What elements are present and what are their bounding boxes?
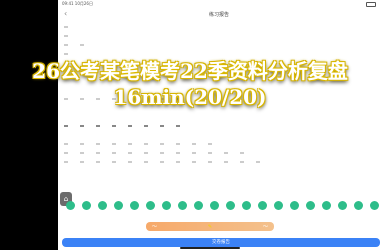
title-line-1: 26公考某笔模考22季资料分析复盘 bbox=[32, 59, 348, 83]
app-screen: 09:41 10月26日 ‹ 练习报告 bbox=[58, 0, 380, 250]
wave-icon[interactable]: 〜 bbox=[152, 223, 157, 230]
answer-bubble[interactable] bbox=[194, 200, 203, 210]
answer-bubble[interactable] bbox=[242, 200, 251, 210]
status-time: 09:41 10月26日 bbox=[62, 1, 93, 6]
nav-bar: ‹ 练习报告 bbox=[58, 8, 380, 20]
video-title-overlay: 26公考某笔模考22季资料分析复盘 16min(20/20) bbox=[0, 58, 380, 110]
answer-bubble[interactable] bbox=[370, 200, 379, 210]
tool-strip: 〜 ✎ 〜 bbox=[146, 222, 274, 231]
answer-bubble[interactable] bbox=[354, 200, 363, 210]
answer-bubble[interactable] bbox=[274, 200, 283, 210]
home-indicator bbox=[180, 247, 240, 249]
answer-bubble[interactable] bbox=[290, 200, 299, 210]
answer-bubble[interactable] bbox=[66, 200, 75, 210]
answer-bubbles bbox=[66, 199, 380, 211]
list-item bbox=[58, 49, 380, 58]
answer-bubble[interactable] bbox=[226, 200, 235, 210]
list-item bbox=[58, 121, 380, 130]
answer-bubble[interactable] bbox=[130, 200, 139, 210]
answer-bubble[interactable] bbox=[338, 200, 347, 210]
status-icons bbox=[366, 1, 376, 7]
section-label bbox=[58, 22, 380, 31]
answer-bubble[interactable] bbox=[258, 200, 267, 210]
answer-bubble[interactable] bbox=[162, 200, 171, 210]
title-line-2: 16min(20/20) bbox=[113, 85, 267, 109]
answer-bubble[interactable] bbox=[146, 200, 155, 210]
list-item bbox=[58, 157, 380, 166]
list-item bbox=[58, 40, 380, 49]
list-item bbox=[58, 148, 380, 157]
answer-bubble[interactable] bbox=[210, 200, 219, 210]
wave-icon[interactable]: 〜 bbox=[263, 223, 268, 230]
pencil-icon[interactable]: ✎ bbox=[208, 224, 212, 230]
answer-bubble[interactable] bbox=[178, 200, 187, 210]
back-button[interactable]: ‹ bbox=[64, 9, 67, 18]
list-item bbox=[58, 130, 380, 139]
answer-bubble[interactable] bbox=[322, 200, 331, 210]
battery-icon bbox=[366, 1, 376, 7]
list-item bbox=[58, 112, 380, 121]
submit-button[interactable]: 交卷报告 bbox=[62, 238, 380, 247]
answer-bubble[interactable] bbox=[98, 200, 107, 210]
status-bar: 09:41 10月26日 bbox=[58, 0, 380, 8]
list-item bbox=[58, 139, 380, 148]
answer-bubble[interactable] bbox=[82, 200, 91, 210]
answer-bubble[interactable] bbox=[114, 200, 123, 210]
answer-bubble[interactable] bbox=[306, 200, 315, 210]
page-title: 练习报告 bbox=[208, 11, 229, 18]
list-item bbox=[58, 31, 380, 40]
